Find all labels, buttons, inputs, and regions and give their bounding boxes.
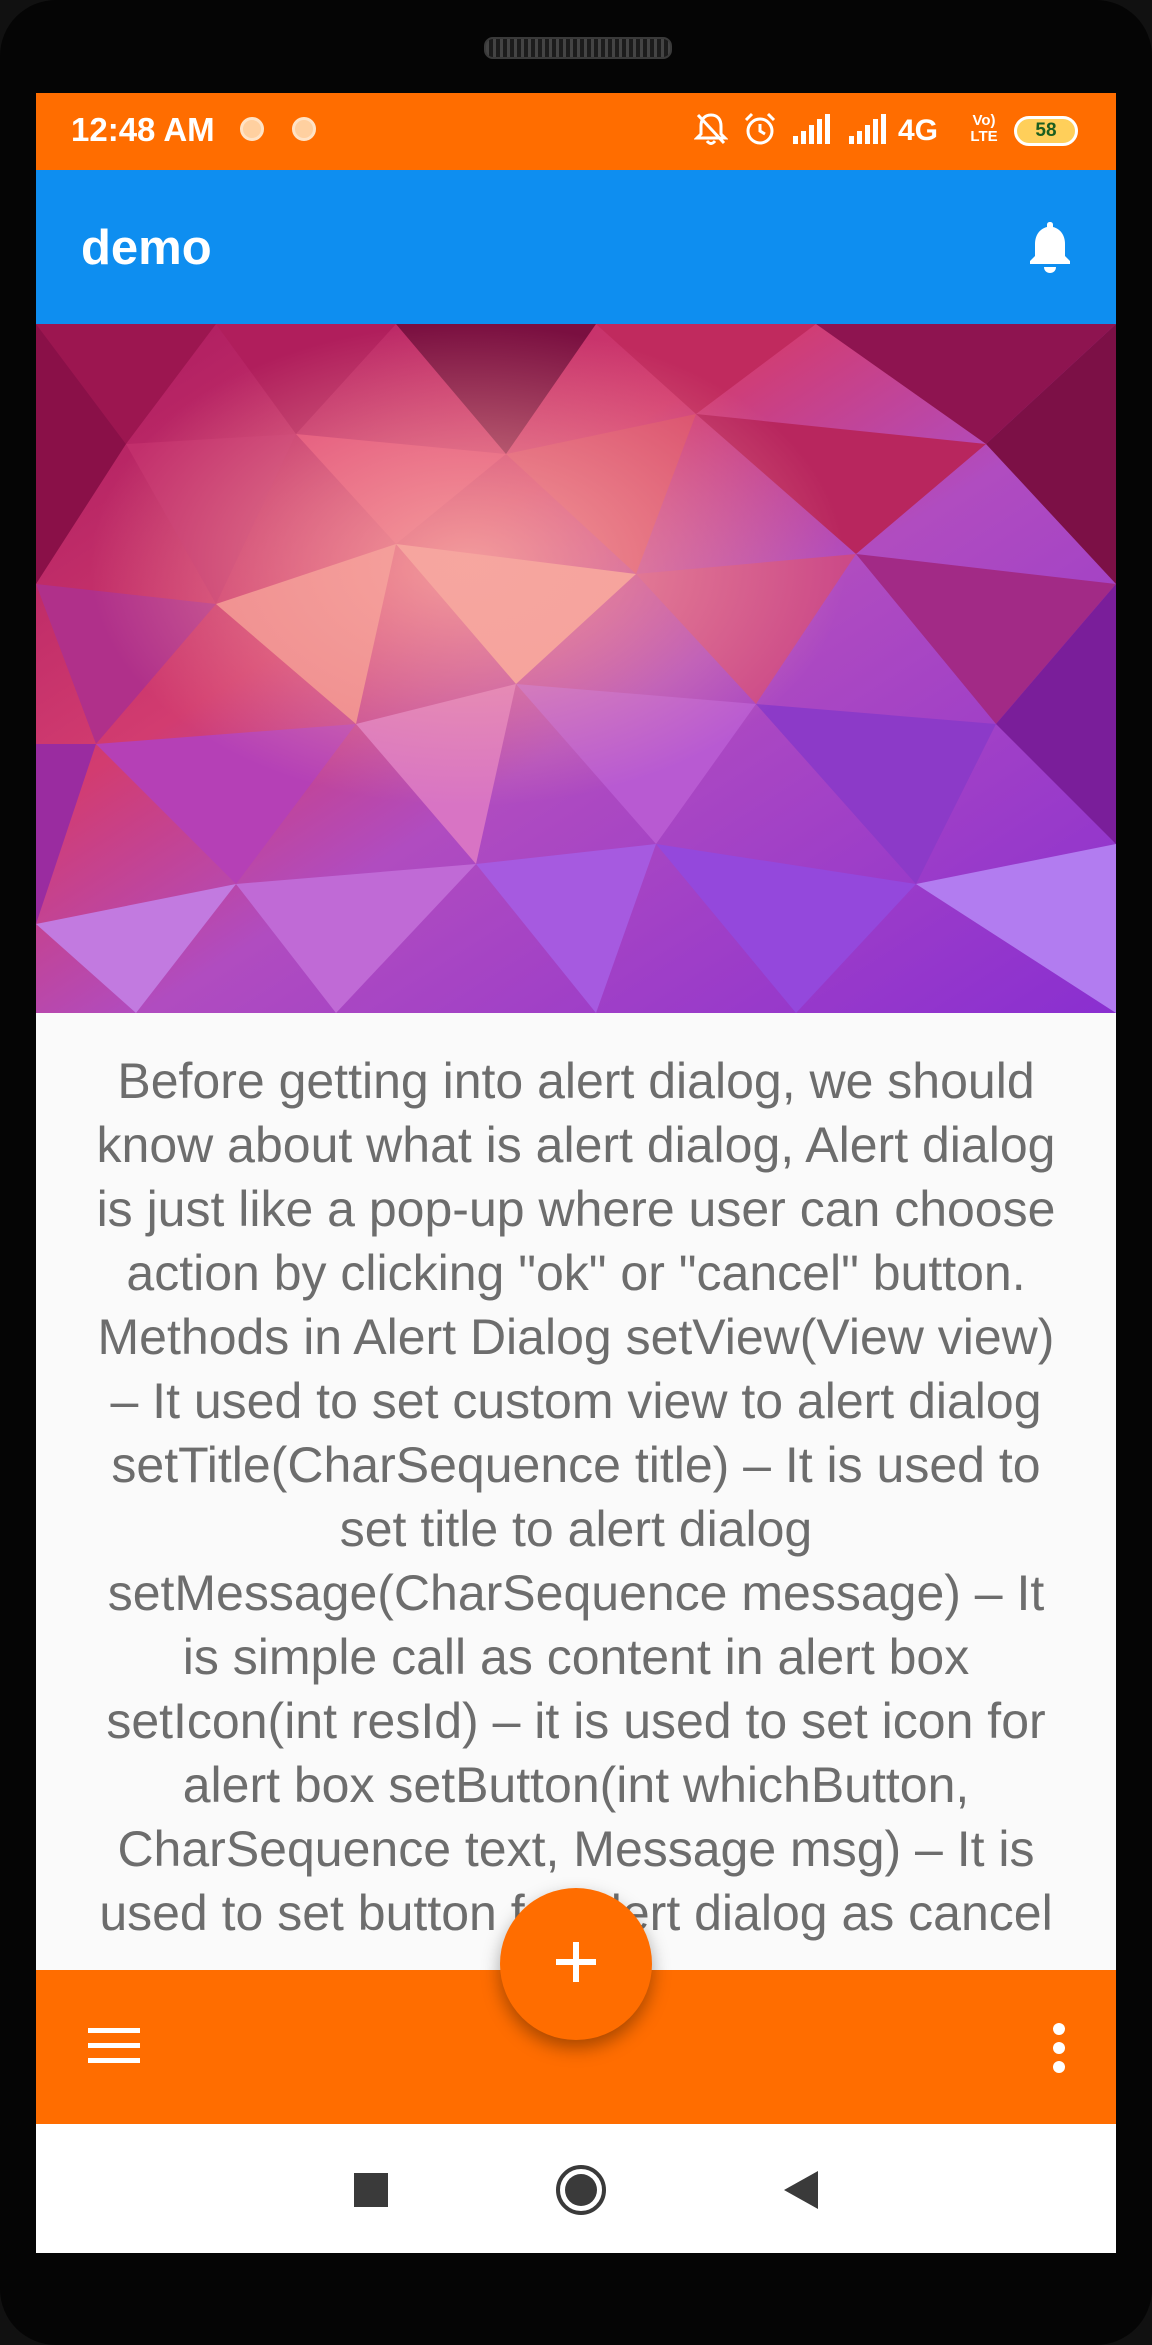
plus-icon xyxy=(554,1940,598,1989)
app-title: demo xyxy=(81,221,212,275)
menu-icon[interactable] xyxy=(88,2026,140,2066)
battery-level: 58 xyxy=(1035,120,1057,141)
alarm-icon xyxy=(741,109,779,149)
app-bar: demo xyxy=(36,170,1116,324)
system-nav-bar xyxy=(36,2124,1116,2253)
mute-bell-icon xyxy=(692,109,730,149)
signal-icon xyxy=(792,109,832,149)
screen: 12:48 AM 4G Vo) LTE 58 demo Before getti… xyxy=(36,93,1116,2253)
alert-dialog-description: Before getting into alert dialog, we sho… xyxy=(96,1053,1056,1941)
add-fab-button[interactable] xyxy=(500,1888,652,2040)
network-type: 4G xyxy=(898,114,939,147)
polygon-background-image xyxy=(36,324,1116,1013)
home-circle-icon[interactable] xyxy=(551,2160,611,2220)
notification-dot-icon xyxy=(292,117,316,141)
bell-icon[interactable] xyxy=(1020,216,1080,276)
recents-square-icon[interactable] xyxy=(341,2160,401,2220)
earpiece-speaker xyxy=(484,37,672,59)
phone-frame: 12:48 AM 4G Vo) LTE 58 demo Before getti… xyxy=(0,0,1152,2345)
status-bar: 12:48 AM 4G Vo) LTE 58 xyxy=(36,93,1116,170)
signal-icon xyxy=(848,109,888,149)
back-triangle-icon[interactable] xyxy=(771,2160,831,2220)
more-vert-icon[interactable] xyxy=(1052,2022,1066,2074)
volte-icon: Vo) LTE xyxy=(970,112,998,145)
status-time: 12:48 AM xyxy=(71,111,215,148)
notification-dot-icon xyxy=(240,117,264,141)
battery-icon: 58 xyxy=(1014,116,1078,146)
